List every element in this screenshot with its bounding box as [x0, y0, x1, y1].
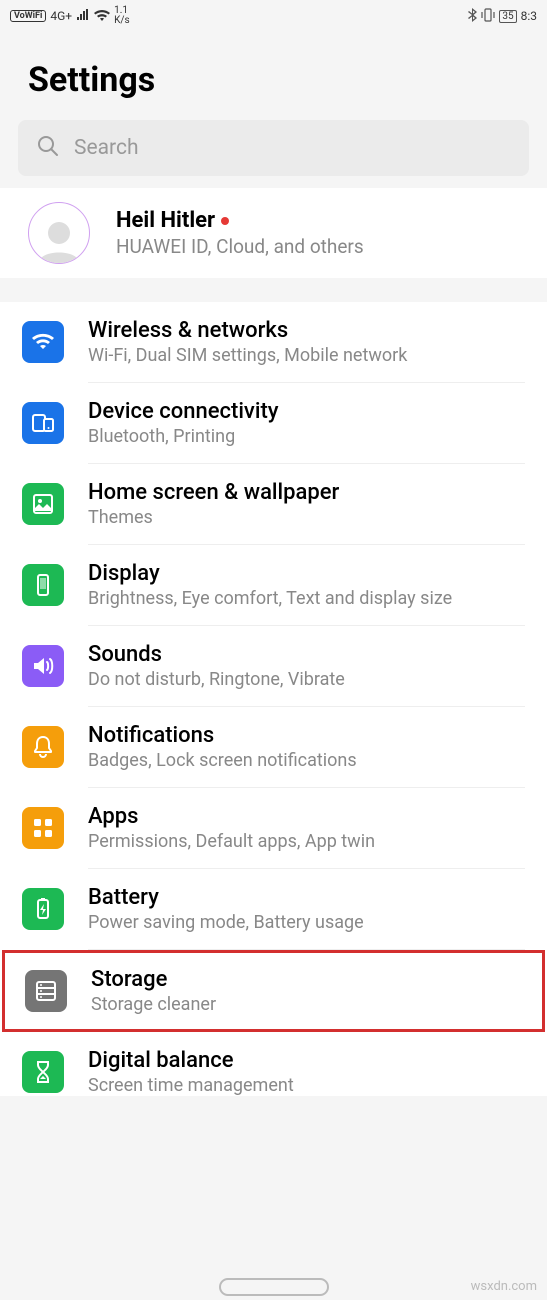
item-title: Digital balance [88, 1048, 525, 1073]
item-title: Battery [88, 885, 525, 910]
item-title: Sounds [88, 642, 525, 667]
phone-icon [22, 564, 64, 606]
item-title: Storage [91, 967, 522, 992]
settings-list: Wireless & networks Wi-Fi, Dual SIM sett… [0, 302, 547, 1096]
search-placeholder: Search [74, 136, 139, 160]
settings-item-sounds[interactable]: Sounds Do not disturb, Ringtone, Vibrate [0, 626, 547, 707]
wifi-icon [22, 321, 64, 363]
clock-time: 8:3 [521, 9, 537, 23]
settings-item-wireless-networks[interactable]: Wireless & networks Wi-Fi, Dual SIM sett… [0, 302, 547, 383]
account-name: Heil Hitler [116, 208, 364, 233]
item-subtitle: Screen time management [88, 1075, 525, 1096]
search-icon [36, 134, 60, 162]
search-input[interactable]: Search [18, 120, 529, 176]
notification-dot-icon [221, 217, 229, 225]
vibrate-icon [481, 8, 495, 25]
item-subtitle: Do not disturb, Ringtone, Vibrate [88, 669, 525, 690]
item-subtitle: Storage cleaner [91, 994, 522, 1015]
item-subtitle: Wi-Fi, Dual SIM settings, Mobile network [88, 345, 525, 366]
item-subtitle: Brightness, Eye comfort, Text and displa… [88, 588, 525, 609]
sound-icon [22, 645, 64, 687]
account-card[interactable]: Heil Hitler HUAWEI ID, Cloud, and others [0, 188, 547, 278]
item-subtitle: Power saving mode, Battery usage [88, 912, 525, 933]
item-title: Notifications [88, 723, 525, 748]
storage-icon [25, 970, 67, 1012]
page-header: Settings [0, 32, 547, 120]
item-title: Home screen & wallpaper [88, 480, 525, 505]
settings-item-digital-balance[interactable]: Digital balance Screen time management [0, 1032, 547, 1096]
battery-level: 35 [499, 10, 516, 23]
item-subtitle: Bluetooth, Printing [88, 426, 525, 447]
settings-item-device-connectivity[interactable]: Device connectivity Bluetooth, Printing [0, 383, 547, 464]
account-subtitle: HUAWEI ID, Cloud, and others [116, 235, 364, 258]
hourglass-icon [22, 1051, 64, 1093]
item-title: Display [88, 561, 525, 586]
network-speed: 1.1K/s [114, 6, 130, 26]
watermark: wsxdn.com [471, 1279, 537, 1294]
wifi-icon [94, 9, 110, 24]
status-bar: VoWiFi 4G+ 1.1K/s 35 8:3 [0, 0, 547, 32]
signal-icon [76, 9, 90, 24]
nav-pill[interactable] [219, 1278, 329, 1296]
bell-icon [22, 726, 64, 768]
avatar [28, 202, 90, 264]
battery-icon [22, 888, 64, 930]
settings-item-apps[interactable]: Apps Permissions, Default apps, App twin [0, 788, 547, 869]
vowifi-badge: VoWiFi [10, 10, 46, 22]
item-title: Device connectivity [88, 399, 525, 424]
devices-icon [22, 402, 64, 444]
settings-item-display[interactable]: Display Brightness, Eye comfort, Text an… [0, 545, 547, 626]
item-subtitle: Themes [88, 507, 525, 528]
network-type: 4G+ [50, 9, 72, 23]
bluetooth-icon [467, 8, 477, 25]
apps-icon [22, 807, 64, 849]
item-subtitle: Permissions, Default apps, App twin [88, 831, 525, 852]
item-title: Apps [88, 804, 525, 829]
item-subtitle: Badges, Lock screen notifications [88, 750, 525, 771]
status-left: VoWiFi 4G+ 1.1K/s [10, 6, 130, 26]
item-title: Wireless & networks [88, 318, 525, 343]
settings-item-notifications[interactable]: Notifications Badges, Lock screen notifi… [0, 707, 547, 788]
settings-item-battery[interactable]: Battery Power saving mode, Battery usage [0, 869, 547, 950]
status-right: 35 8:3 [467, 8, 537, 25]
settings-item-storage[interactable]: Storage Storage cleaner [2, 950, 545, 1032]
page-title: Settings [28, 60, 519, 100]
settings-item-home-screen-wallpaper[interactable]: Home screen & wallpaper Themes [0, 464, 547, 545]
image-icon [22, 483, 64, 525]
